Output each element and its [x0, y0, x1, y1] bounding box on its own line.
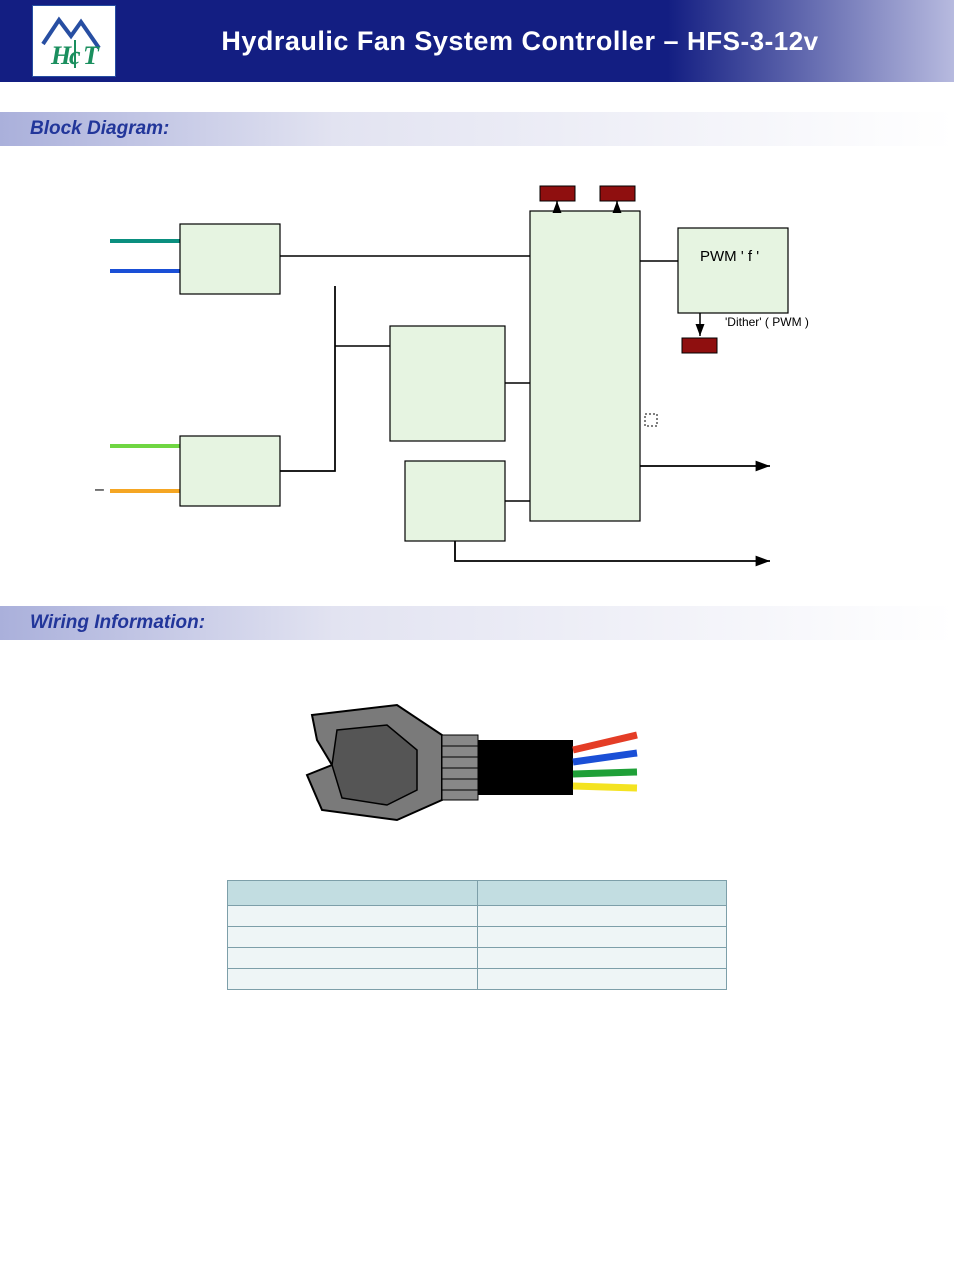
led-dither	[682, 338, 717, 353]
wiring-table	[227, 880, 727, 990]
led-1	[540, 186, 575, 201]
page-header: H c T Hydraulic Fan System Controller – …	[0, 0, 954, 82]
wire-yellow	[573, 786, 637, 788]
block-main	[530, 211, 640, 521]
svg-text:T: T	[83, 41, 100, 70]
wire-blue-out	[573, 753, 637, 762]
wiring-area	[0, 640, 954, 990]
block-diagram-heading-bar: Block Diagram:	[0, 112, 954, 146]
table-row	[228, 927, 727, 948]
block-input-a	[180, 224, 280, 294]
table-header-row	[228, 881, 727, 906]
block-diagram-heading: Block Diagram:	[30, 118, 169, 139]
led-2	[600, 186, 635, 201]
table-row	[228, 948, 727, 969]
hct-logo: H c T	[32, 5, 116, 77]
table-header-cell	[228, 881, 478, 906]
connector-icon	[277, 680, 677, 830]
dither-label: 'Dither' ( PWM )	[725, 315, 809, 329]
output-arrow-2	[455, 541, 770, 561]
table-row	[228, 969, 727, 990]
block-mid-top	[390, 326, 505, 441]
block-input-b	[180, 436, 280, 506]
mountain-logo-icon: H c T	[37, 10, 111, 72]
block-mid-bottom	[405, 461, 505, 541]
dashed-port	[645, 414, 657, 426]
pwm-label: PWM ' f '	[700, 248, 759, 265]
block-pwm	[678, 228, 788, 313]
block-diagram: – PWM ' f ' 'Dither' ( PWM )	[0, 146, 954, 586]
wire-green-out	[573, 772, 637, 774]
dash-label: –	[95, 481, 104, 498]
table-row	[228, 906, 727, 927]
wiring-info-heading: Wiring Information:	[30, 612, 205, 633]
table-header-cell	[477, 881, 727, 906]
wiring-info-heading-bar: Wiring Information:	[0, 606, 954, 640]
page-title: Hydraulic Fan System Controller – HFS-3-…	[116, 26, 924, 57]
